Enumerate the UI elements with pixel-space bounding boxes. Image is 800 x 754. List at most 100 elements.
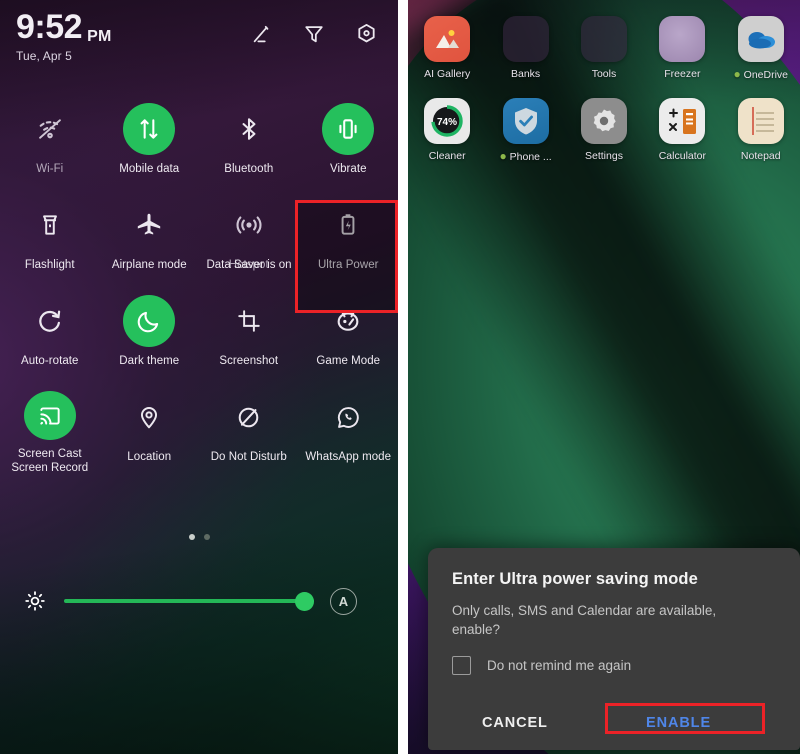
tile-label: Bluetooth <box>224 163 274 175</box>
app-onedrive[interactable]: ● OneDrive <box>722 16 800 81</box>
edit-icon[interactable] <box>251 23 273 45</box>
tile-label: Screen Cast <box>17 448 82 460</box>
clock-date: Tue, Apr 5 <box>16 49 72 63</box>
app-label: Cleaner <box>428 150 466 162</box>
dialog-actions: CANCEL ENABLE <box>428 696 800 750</box>
tile-vibrate[interactable]: Vibrate <box>299 92 399 188</box>
app-banks-folder[interactable]: Banks <box>486 16 564 81</box>
whatsapp-icon <box>322 391 374 443</box>
gallery-icon <box>424 16 471 62</box>
app-label: ● OneDrive <box>733 68 788 81</box>
tile-label: Do Not Disturb <box>210 451 287 463</box>
dialog-title: Enter Ultra power saving mode <box>452 570 698 588</box>
notepad-icon <box>737 98 784 144</box>
do-not-disturb-icon <box>223 391 275 443</box>
tile-wifi[interactable]: Wi-Fi <box>0 92 100 188</box>
ultra-power-dialog: Enter Ultra power saving mode Only calls… <box>428 548 800 750</box>
tile-label: Mobile data <box>119 163 180 175</box>
tile-dark-theme[interactable]: Dark theme <box>100 284 200 380</box>
screenshot-root: 9:52 PM Tue, Apr 5 Wi-Fi Mobile data Blu… <box>0 0 800 754</box>
airplane-icon <box>123 199 175 251</box>
app-cleaner[interactable]: 74% Cleaner <box>408 98 486 163</box>
app-calculator[interactable]: Calculator <box>643 98 721 163</box>
enable-button[interactable]: ENABLE <box>646 715 711 731</box>
screenshot-icon <box>223 295 275 347</box>
auto-rotate-icon <box>24 295 76 347</box>
wifi-off-icon <box>24 103 76 155</box>
flashlight-icon <box>24 199 76 251</box>
cancel-button[interactable]: CANCEL <box>482 715 548 731</box>
page-dot-2[interactable] <box>203 534 210 540</box>
notification-dot-icon: ● <box>499 149 507 163</box>
mobile-data-icon <box>123 103 176 155</box>
app-label-text: Phone ... <box>509 151 552 163</box>
app-row: 74% Cleaner ● Phone ... Settings Calcula… <box>408 81 800 163</box>
folder-icon <box>502 16 549 62</box>
filter-icon[interactable] <box>303 23 325 45</box>
app-label: Notepad <box>740 150 781 162</box>
moon-icon <box>123 295 176 347</box>
svg-text:74%: 74% <box>437 117 457 128</box>
notification-dot-icon: ● <box>733 67 741 81</box>
tile-label: Ultra Power <box>317 259 379 271</box>
tile-hotspot[interactable]: Hotspot Data Saver is on <box>199 188 299 284</box>
tile-mobile-data[interactable]: Mobile data <box>100 92 200 188</box>
gear-icon <box>580 98 627 144</box>
tile-screenshot[interactable]: Screenshot <box>199 284 299 380</box>
tile-location[interactable]: Location <box>100 380 200 476</box>
settings-icon[interactable] <box>355 22 378 45</box>
checkbox-icon[interactable] <box>452 656 471 675</box>
app-label-text: OneDrive <box>743 69 789 81</box>
app-phone-manager[interactable]: ● Phone ... <box>486 98 564 163</box>
tile-bluetooth[interactable]: Bluetooth <box>199 92 299 188</box>
app-freezer[interactable]: Freezer <box>643 16 721 81</box>
tile-label: Wi-Fi <box>36 163 64 175</box>
tile-label: Vibrate <box>329 163 367 175</box>
page-dot-1[interactable] <box>188 534 195 540</box>
tile-whatsapp-mode[interactable]: WhatsApp mode <box>299 380 399 476</box>
screen-cast-icon <box>23 391 76 440</box>
tile-do-not-disturb[interactable]: Do Not Disturb <box>199 380 299 476</box>
freezer-icon <box>659 16 706 62</box>
tile-ultra-power[interactable]: Ultra Power <box>299 188 399 284</box>
brightness-slider-thumb[interactable] <box>295 591 314 611</box>
tile-screen-cast[interactable]: Screen Cast Screen Record <box>0 380 100 476</box>
tile-label: Flashlight <box>24 259 75 271</box>
app-notepad[interactable]: Notepad <box>722 98 800 163</box>
app-label: Tools <box>591 68 617 80</box>
clock-ampm: PM <box>87 28 112 45</box>
app-label: Banks <box>510 68 541 80</box>
folder-icon <box>580 16 627 62</box>
status-header: 9:52 PM Tue, Apr 5 <box>0 0 398 92</box>
tile-label: Dark theme <box>119 355 180 367</box>
dialog-message: Only calls, SMS and Calendar are availab… <box>452 603 717 637</box>
app-label: Calculator <box>658 150 706 162</box>
app-row: AI Gallery Banks Tools Freezer ● OneDriv… <box>408 0 800 81</box>
page-indicator[interactable] <box>0 534 398 540</box>
app-ai-gallery[interactable]: AI Gallery <box>408 16 486 81</box>
onedrive-icon <box>737 16 784 62</box>
tile-label: Location <box>127 451 172 463</box>
tile-flashlight[interactable]: Flashlight <box>0 188 100 284</box>
tile-row: Screen Cast Screen Record Location Do No… <box>0 380 398 476</box>
app-grid: AI Gallery Banks Tools Freezer ● OneDriv… <box>408 0 800 163</box>
tile-row: Auto-rotate Dark theme Screenshot Game M… <box>0 284 398 380</box>
brightness-control[interactable]: A <box>0 580 398 622</box>
do-not-remind-row[interactable]: Do not remind me again <box>452 656 800 675</box>
tile-auto-rotate[interactable]: Auto-rotate <box>0 284 100 380</box>
tile-label: WhatsApp mode <box>305 451 392 463</box>
clock-time: 9:52 <box>16 8 83 46</box>
auto-brightness-button[interactable]: A <box>330 587 357 615</box>
app-tools-folder[interactable]: Tools <box>565 16 643 81</box>
app-label: ● Phone ... <box>499 150 551 163</box>
bluetooth-icon <box>223 103 275 155</box>
brightness-slider-track <box>64 599 314 603</box>
tile-row: Flashlight Airplane mode Hotspot Data Sa… <box>0 188 398 284</box>
calculator-icon <box>659 98 706 144</box>
app-label: Settings <box>585 150 623 162</box>
tile-label: Game Mode <box>316 355 381 367</box>
app-settings[interactable]: Settings <box>565 98 643 163</box>
battery-bolt-icon <box>322 199 374 251</box>
brightness-slider[interactable] <box>64 590 314 612</box>
tile-game-mode[interactable]: Game Mode <box>299 284 399 380</box>
